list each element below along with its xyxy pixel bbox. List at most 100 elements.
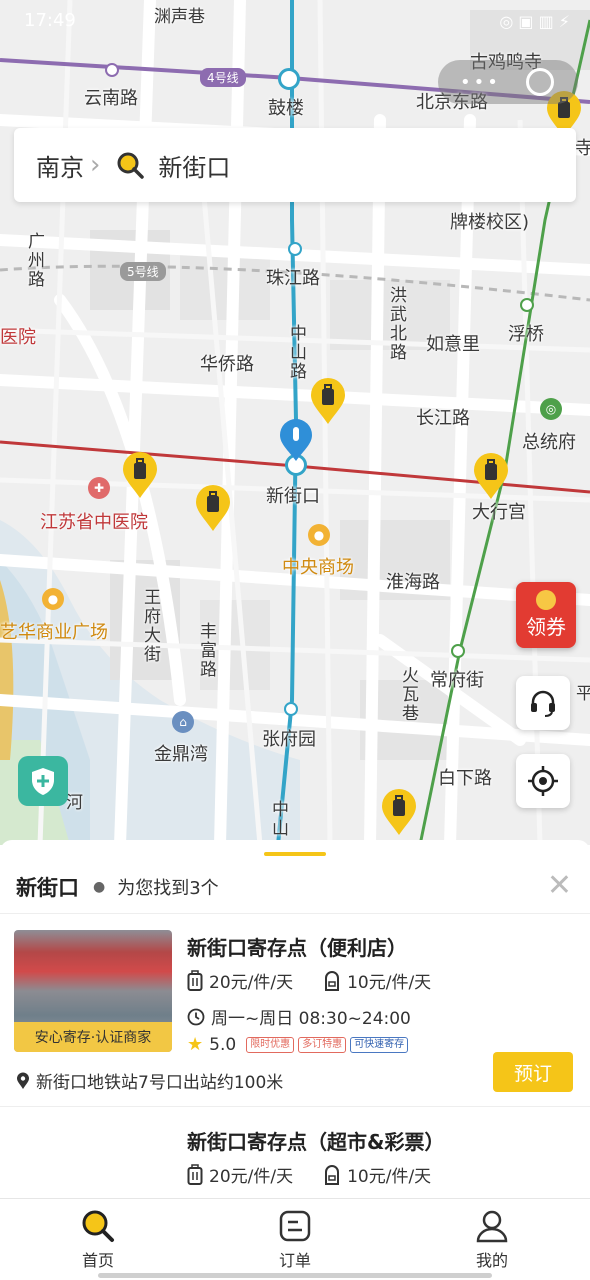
coupon-label: 领券 (526, 615, 566, 639)
mall-icon[interactable]: ● (308, 524, 330, 546)
shield-icon (32, 768, 54, 795)
map-label: 洪武北路 (386, 286, 406, 362)
map-label: 中山路 (286, 324, 306, 381)
luggage-pin[interactable] (121, 451, 159, 499)
city-selector[interactable]: 南京 (36, 148, 84, 183)
map-label: 河 (66, 793, 83, 813)
status-bar: 17:49 ◎ ▣ ▥ ⚡ (0, 8, 590, 38)
price-large-luggage: 20元/件/天 (209, 973, 294, 993)
tab-profile[interactable]: 我的 (452, 1209, 532, 1271)
map-label: 王府大街 (140, 588, 160, 664)
home-indicator[interactable] (98, 1273, 492, 1278)
map-label: 艺华商业广场 (0, 622, 108, 643)
results-count: 为您找到3个 (117, 878, 219, 899)
map-label: 平 (572, 684, 590, 703)
rating-row: ★ 5.0 限时优惠 多订特惠 可快速寄存 (187, 1034, 412, 1055)
more-icon[interactable]: ••• (460, 72, 501, 93)
map-label: 广州路 (24, 232, 44, 289)
map-label: 中央商场 (282, 557, 354, 578)
luggage-pin[interactable] (194, 484, 232, 532)
coin-icon (536, 590, 556, 610)
locate-button[interactable] (516, 754, 570, 808)
promo-tag: 多订特惠 (298, 1036, 347, 1053)
service-tag: 可快速寄存 (350, 1036, 409, 1053)
safety-shield-button[interactable] (18, 756, 68, 806)
map-label: 新街口 (266, 486, 320, 507)
result-card[interactable]: 新街口寄存点（超市&彩票） 20元/件/天 10元/件/天 (0, 1124, 590, 1194)
search-bar[interactable]: 南京 › 新街口 (14, 128, 576, 202)
landmark-icon[interactable]: ◎ (540, 398, 562, 420)
map-label: 江苏省中医院 (40, 512, 148, 533)
tab-label: 我的 (475, 1251, 508, 1270)
bottom-tab-bar: 首页 订单 我的 (0, 1198, 590, 1280)
hospital-icon[interactable]: ✚ (88, 477, 110, 499)
order-icon (278, 1209, 312, 1243)
luggage-pin[interactable] (309, 377, 347, 425)
rating-value: 5.0 (209, 1034, 237, 1055)
business-hours: 周一~周日 08:30~24:00 (211, 1009, 411, 1029)
station-fuqiao[interactable] (520, 298, 534, 312)
chevron-right-icon[interactable]: › (90, 150, 100, 180)
close-icon[interactable]: ✕ (547, 868, 572, 903)
map-label: 牌楼校区) (450, 212, 530, 233)
book-button[interactable]: 预订 (493, 1052, 573, 1092)
map-label: 金鼎湾 (154, 744, 208, 765)
results-header: 新街口 ● 为您找到3个 ✕ (16, 868, 576, 903)
clock-icon (187, 1008, 205, 1025)
close-capsule-icon[interactable] (526, 68, 554, 96)
map-label: 浮桥 (508, 324, 544, 345)
search-input[interactable]: 新街口 (158, 148, 230, 183)
map-label: 大行宫 (472, 502, 526, 523)
station-yunnanlu[interactable] (105, 63, 119, 77)
luggage-pin[interactable] (380, 788, 418, 836)
profile-icon (475, 1209, 509, 1243)
price-small-luggage: 10元/件/天 (347, 1167, 432, 1187)
divider (0, 1106, 590, 1107)
map-label: 总统府 (522, 432, 576, 453)
search-icon (81, 1209, 115, 1243)
map-view[interactable]: 4号线 5号线 ✚ ● ● ◎ ⌂ 渊声巷 古鸡鸣寺 云南路 鼓楼 北京东路 寺… (0, 0, 590, 845)
results-panel[interactable]: 新街口 ● 为您找到3个 ✕ 安心寄存·认证商家 新街口寄存点（便利店） 20元… (0, 840, 590, 1200)
tab-home[interactable]: 首页 (58, 1209, 138, 1271)
plaza-icon[interactable]: ● (42, 588, 64, 610)
hours-row: 周一~周日 08:30~24:00 (187, 1004, 411, 1029)
station-zhangfuyuan[interactable] (284, 702, 298, 716)
price-row: 20元/件/天 10元/件/天 (187, 1162, 431, 1187)
suitcase-icon (187, 969, 203, 991)
station-zhujianglu[interactable] (288, 242, 302, 256)
store-name[interactable]: 新街口寄存点（超市&彩票） (187, 1126, 444, 1155)
residence-icon[interactable]: ⌂ (172, 711, 194, 733)
price-row: 20元/件/天 10元/件/天 (187, 968, 431, 993)
certified-badge: 安心寄存·认证商家 (14, 1022, 172, 1052)
backpack-icon (325, 970, 340, 991)
headset-icon (531, 690, 555, 717)
map-label: 鼓楼 (268, 98, 304, 119)
customer-service-button[interactable] (516, 676, 570, 730)
search-icon (116, 151, 145, 179)
result-card[interactable]: 安心寄存·认证商家 新街口寄存点（便利店） 20元/件/天 10元/件/天 周一… (0, 930, 590, 1100)
suitcase-icon (187, 1163, 203, 1185)
location-row: 新街口地铁站7号口出站约100米 (16, 1068, 283, 1093)
current-location-pin[interactable] (278, 418, 314, 462)
price-large-luggage: 20元/件/天 (209, 1167, 294, 1187)
star-icon: ★ (187, 1034, 204, 1055)
store-location: 新街口地铁站7号口出站约100米 (36, 1073, 284, 1093)
status-icons: ◎ ▣ ▥ ⚡ (499, 12, 570, 31)
station-changfujie[interactable] (451, 644, 465, 658)
map-label: 丰富路 (196, 622, 216, 679)
luggage-pin[interactable] (472, 452, 510, 500)
map-label: 云南路 (84, 88, 138, 109)
map-label: 常府街 (430, 670, 484, 691)
tab-label: 首页 (81, 1251, 114, 1270)
tab-orders[interactable]: 订单 (255, 1209, 335, 1271)
map-label: 如意里 (426, 334, 480, 355)
drag-handle[interactable] (264, 852, 326, 856)
coupon-button[interactable]: 领券 (516, 582, 576, 648)
status-time: 17:49 (24, 10, 76, 31)
store-name[interactable]: 新街口寄存点（便利店） (187, 932, 407, 961)
promo-tag: 限时优惠 (246, 1036, 295, 1053)
mini-program-capsule[interactable]: ••• (438, 60, 578, 104)
locate-icon (528, 766, 558, 796)
map-label: 火瓦巷 (398, 666, 418, 723)
station-gulou[interactable] (278, 68, 300, 90)
